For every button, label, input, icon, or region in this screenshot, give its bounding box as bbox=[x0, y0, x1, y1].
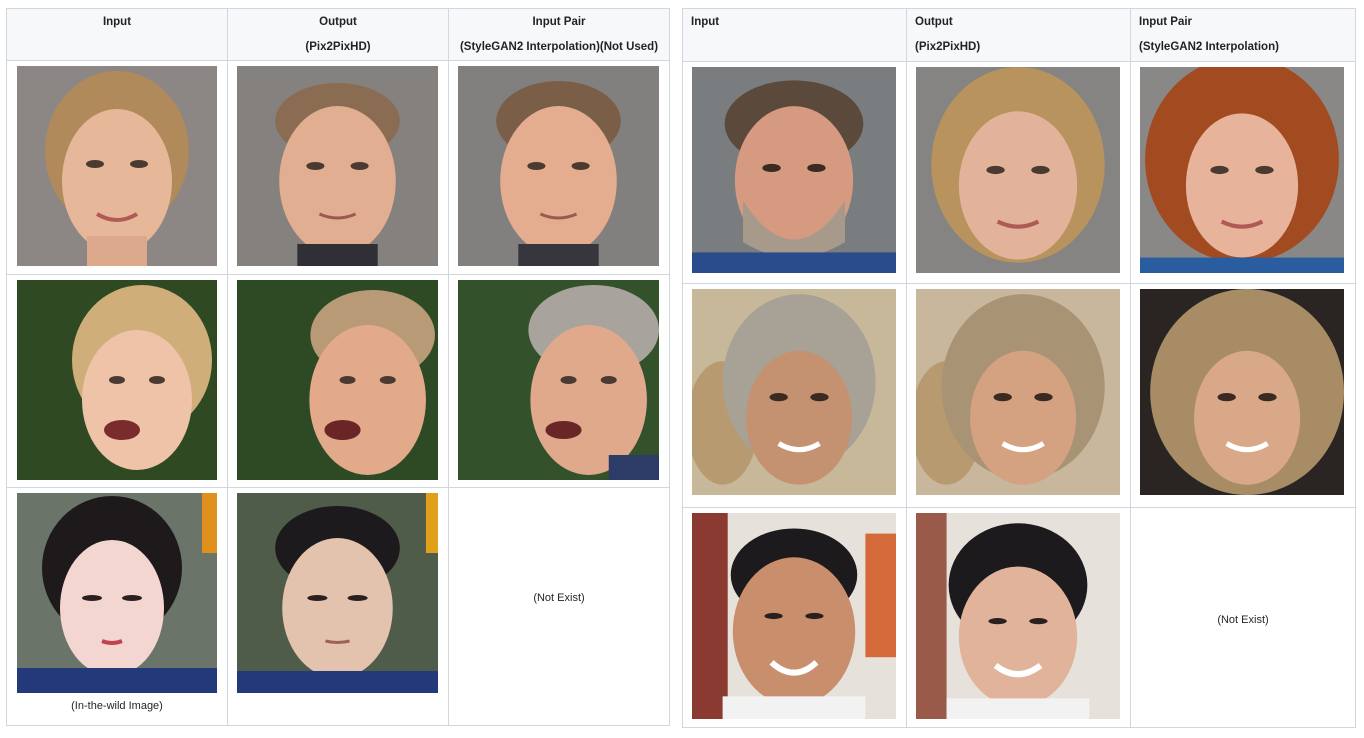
table-row bbox=[6, 274, 670, 488]
header-pair-label: Input Pair bbox=[532, 16, 586, 28]
face-photo bbox=[916, 513, 1120, 719]
cell-output bbox=[227, 274, 449, 488]
face-photo bbox=[237, 280, 438, 480]
not-exist-label: (Not Exist) bbox=[1217, 614, 1269, 626]
right-results-table: Input Output (Pix2PixHD) Input Pair (Style… bbox=[682, 8, 1356, 728]
face-photo bbox=[458, 280, 659, 480]
in-the-wild-caption: (In-the-wild Image) bbox=[71, 700, 163, 712]
header-input-pair: Input Pair (StyleGAN2 Interpolation)(Not … bbox=[448, 8, 670, 61]
cell-input-pair bbox=[1130, 61, 1356, 284]
header-output: Output (Pix2PixHD) bbox=[227, 8, 449, 61]
face-photo bbox=[237, 66, 438, 266]
cell-input bbox=[6, 60, 228, 275]
face-photo bbox=[17, 280, 217, 480]
header-output-label: Output bbox=[319, 16, 357, 28]
header-output: Output (Pix2PixHD) bbox=[906, 8, 1131, 62]
table-row bbox=[682, 61, 1356, 284]
cell-output bbox=[906, 283, 1131, 508]
face-photo bbox=[1140, 67, 1344, 273]
not-exist-label: (Not Exist) bbox=[533, 592, 585, 604]
face-photo bbox=[692, 67, 896, 273]
face-photo bbox=[916, 67, 1120, 273]
cell-input bbox=[6, 274, 228, 488]
header-pair-label: Input Pair bbox=[1139, 16, 1193, 28]
cell-input-pair bbox=[1130, 283, 1356, 508]
cell-input: (In-the-wild Image) bbox=[6, 487, 228, 726]
header-input-pair: Input Pair (StyleGAN2 Interpolation) bbox=[1130, 8, 1356, 62]
cell-input bbox=[682, 507, 907, 728]
table-row: (In-the-wild Image) (Not Exist) bbox=[6, 487, 670, 726]
cell-input bbox=[682, 283, 907, 508]
header-output-sublabel: (Pix2PixHD) bbox=[915, 41, 981, 53]
table-row bbox=[682, 283, 1356, 508]
cell-input-pair: (Not Exist) bbox=[1130, 507, 1356, 728]
cell-output bbox=[906, 61, 1131, 284]
face-photo bbox=[1140, 289, 1344, 495]
header-input: Input bbox=[6, 8, 228, 61]
face-photo bbox=[692, 513, 896, 719]
cell-output bbox=[906, 507, 1131, 728]
left-results-table: Input Output (Pix2PixHD) Input Pair (Style… bbox=[6, 8, 670, 726]
face-photo bbox=[692, 289, 896, 495]
table-header-row: Input Output (Pix2PixHD) Input Pair (Style… bbox=[6, 8, 670, 61]
face-photo bbox=[916, 289, 1120, 495]
face-photo bbox=[17, 66, 217, 266]
face-photo bbox=[237, 493, 438, 693]
cell-input-pair bbox=[448, 60, 670, 275]
cell-input bbox=[682, 61, 907, 284]
cell-input-pair bbox=[448, 274, 670, 488]
face-photo bbox=[458, 66, 659, 266]
table-row: (Not Exist) bbox=[682, 507, 1356, 728]
table-header-row: Input Output (Pix2PixHD) Input Pair (Style… bbox=[682, 8, 1356, 62]
cell-input-pair: (Not Exist) bbox=[448, 487, 670, 726]
face-photo bbox=[17, 493, 217, 693]
cell-output bbox=[227, 487, 449, 726]
header-pair-sublabel: (StyleGAN2 Interpolation)(Not Used) bbox=[459, 41, 659, 53]
header-input-label: Input bbox=[102, 16, 132, 28]
header-pair-sublabel: (StyleGAN2 Interpolation) bbox=[1139, 41, 1279, 53]
table-row bbox=[6, 60, 670, 275]
header-output-sublabel: (Pix2PixHD) bbox=[305, 41, 371, 53]
header-input-label: Input bbox=[691, 16, 720, 28]
header-input: Input bbox=[682, 8, 907, 62]
header-output-label: Output bbox=[915, 16, 953, 28]
cell-output bbox=[227, 60, 449, 275]
